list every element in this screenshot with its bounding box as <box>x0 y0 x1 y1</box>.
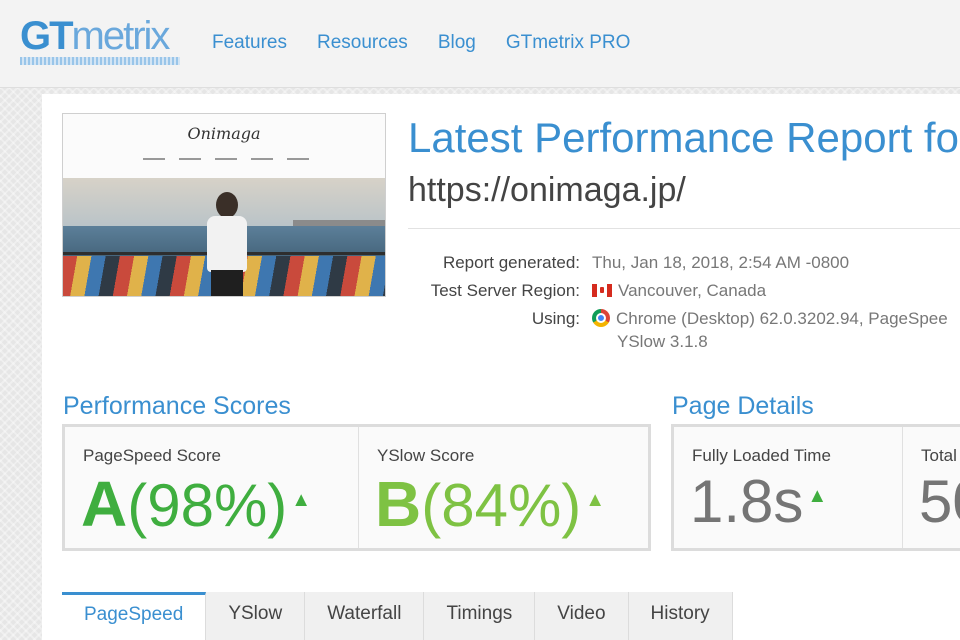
tab-pagespeed[interactable]: PageSpeed <box>62 592 207 640</box>
page-details-title: Page Details <box>672 392 814 420</box>
total-page-label: Total P <box>921 446 960 465</box>
yslow-score-card[interactable]: YSlow Score B(84%) ▲ <box>358 427 648 548</box>
nav-resources[interactable]: Resources <box>317 32 408 54</box>
tab-history[interactable]: History <box>628 592 733 640</box>
pagespeed-score-label: PageSpeed Score <box>83 446 221 465</box>
fully-loaded-value: 1.8s ▲ <box>690 467 827 536</box>
report-url: https://onimaga.jp/ <box>408 171 686 209</box>
nav-blog[interactable]: Blog <box>438 32 476 54</box>
tab-waterfall[interactable]: Waterfall <box>305 592 425 640</box>
pagespeed-score-value: A(98%) ▲ <box>81 467 311 541</box>
using-browser-text: Chrome (Desktop) 62.0.3202.94, PageSpee <box>616 309 948 328</box>
yslow-grade: B <box>375 468 422 540</box>
performance-scores-box: PageSpeed Score A(98%) ▲ YSlow Score B(84… <box>62 424 651 551</box>
report-title: Latest Performance Report fo <box>408 114 959 161</box>
using-yslow-version: YSlow 3.1.8 <box>617 332 708 351</box>
pagespeed-percent: (98%) <box>127 472 288 539</box>
using-label: Using: <box>531 309 580 328</box>
page-details-box: Fully Loaded Time 1.8s▲ Total P 50 <box>671 424 960 551</box>
gtmetrix-logo[interactable]: GTmetrix <box>20 14 171 58</box>
thumbnail-site-logo: Onimaga <box>187 124 261 143</box>
main-nav: Features Resources Blog GTmetrix PRO <box>212 32 660 54</box>
up-arrow-icon: ▲ <box>585 489 606 511</box>
pagespeed-grade: A <box>81 468 128 540</box>
fully-loaded-time: 1.8s <box>690 468 804 535</box>
tab-yslow[interactable]: YSlow <box>206 592 306 640</box>
up-arrow-icon: ▲ <box>291 489 312 511</box>
nav-gtmetrix-pro[interactable]: GTmetrix PRO <box>506 32 631 54</box>
logo-gt-text: GT <box>20 14 74 58</box>
report-generated-label: Report generated: <box>442 253 580 272</box>
chrome-icon <box>592 309 610 327</box>
nav-features[interactable]: Features <box>212 32 287 54</box>
tab-video[interactable]: Video <box>535 592 629 640</box>
site-header: GTmetrix Features Resources Blog GTmetri… <box>0 0 960 88</box>
site-screenshot-thumbnail[interactable]: Onimaga <box>62 113 386 297</box>
total-page-size-card[interactable]: Total P 50 <box>902 427 960 548</box>
up-arrow-icon: ▲ <box>807 485 828 507</box>
divider <box>408 228 960 229</box>
fully-loaded-card[interactable]: Fully Loaded Time 1.8s ▲ <box>674 427 902 548</box>
server-region-text: Vancouver, Canada <box>618 281 767 300</box>
server-region-value: Vancouver, Canada <box>592 281 766 301</box>
server-region-label: Test Server Region: <box>430 281 580 300</box>
report-generated-value: Thu, Jan 18, 2018, 2:54 AM -0800 <box>592 253 850 272</box>
total-page-value: 50 <box>919 468 960 535</box>
using-value: Chrome (Desktop) 62.0.3202.94, PageSpee <box>592 309 948 329</box>
pagespeed-score-card[interactable]: PageSpeed Score A(98%) ▲ <box>65 427 358 548</box>
canada-flag-icon <box>592 284 612 297</box>
yslow-score-value: B(84%) ▲ <box>375 467 605 541</box>
yslow-score-label: YSlow Score <box>377 446 475 465</box>
tab-timings[interactable]: Timings <box>424 592 536 640</box>
thumbnail-site-nav <box>143 158 323 160</box>
report-tabs: PageSpeed YSlow Waterfall Timings Video … <box>62 592 733 640</box>
performance-scores-title: Performance Scores <box>63 392 291 420</box>
thumbnail-person <box>203 192 249 296</box>
logo-underline <box>20 57 180 65</box>
logo-metrix-text: metrix <box>71 14 171 58</box>
yslow-percent: (84%) <box>421 472 582 539</box>
fully-loaded-label: Fully Loaded Time <box>692 446 831 465</box>
